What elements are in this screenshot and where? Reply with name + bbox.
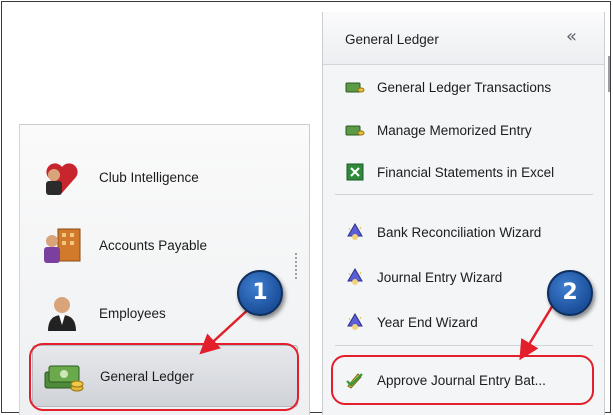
menu-panel-header: General Ledger « — [323, 12, 604, 65]
callout-highlight-general-ledger — [29, 343, 299, 411]
menu-item-label: Manage Memorized Entry — [377, 122, 532, 138]
menu-item-bank-reconciliation[interactable]: Bank Reconciliation Wizard — [335, 217, 597, 247]
menu-separator — [335, 194, 593, 195]
menu-item-label: Bank Reconciliation Wizard — [377, 224, 542, 240]
nav-item-label: Employees — [99, 305, 166, 321]
money-icon — [345, 125, 365, 136]
menu-item-gl-transactions[interactable]: General Ledger Transactions — [335, 72, 597, 102]
splitter-handle[interactable] — [295, 253, 297, 279]
menu-item-label: Year End Wizard — [377, 314, 478, 330]
callout-badge-1: 1 — [237, 270, 283, 316]
nav-item-accounts-payable[interactable]: Accounts Payable — [32, 215, 296, 275]
wizard-icon — [347, 268, 363, 285]
nav-item-label: Accounts Payable — [99, 237, 208, 253]
menu-item-financial-statements[interactable]: Financial Statements in Excel — [335, 157, 597, 187]
menu-item-memorized-entry[interactable]: Manage Memorized Entry — [335, 115, 597, 145]
nav-item-club-intelligence[interactable]: Club Intelligence — [32, 147, 296, 207]
panel-edge — [608, 56, 610, 92]
wizard-icon — [347, 313, 363, 330]
building-person-icon — [44, 228, 81, 263]
callout-badge-2: 2 — [547, 270, 593, 316]
callout-highlight-approve-journal-entry — [331, 355, 594, 405]
menu-item-label: Journal Entry Wizard — [377, 269, 503, 285]
collapse-chevron-icon[interactable]: « — [566, 26, 577, 47]
nav-item-label: Club Intelligence — [99, 169, 199, 185]
employee-icon — [48, 297, 76, 331]
excel-icon — [346, 163, 364, 181]
menu-item-label: Financial Statements in Excel — [377, 164, 555, 180]
menu-panel-title: General Ledger — [345, 32, 439, 47]
wizard-icon — [347, 223, 363, 240]
menu-item-label: General Ledger Transactions — [377, 79, 552, 95]
heart-person-icon — [46, 163, 78, 195]
money-icon — [345, 82, 365, 93]
menu-separator — [335, 345, 593, 346]
